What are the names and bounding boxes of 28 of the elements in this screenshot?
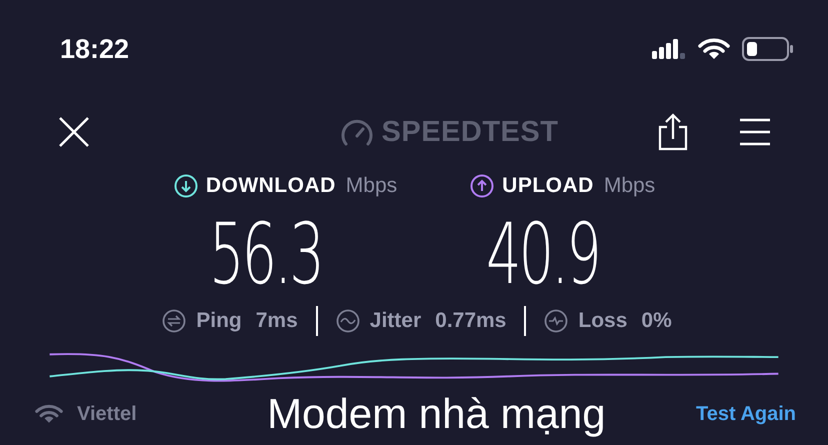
pulse-icon [544,309,568,333]
speed-value: 56.3 [209,206,322,302]
speed-value: 40.9 [486,206,600,302]
battery-icon [742,37,794,61]
stat-value: 0.77ms [435,309,506,333]
test-again-link[interactable]: Test Again [696,402,796,426]
stat-value: 0% [641,309,672,333]
gauge-icon [340,117,374,147]
unit-label: Mbps [346,174,398,198]
stat-value: 7ms [256,309,298,333]
status-time: 18:22 [60,34,130,64]
menu-icon[interactable] [740,118,770,146]
result-label: DOWNLOAD [206,174,336,198]
unit-label: Mbps [604,174,656,198]
wifi-icon [35,404,63,424]
stat-label: Ping [196,309,242,333]
speedtest-logo: SPEEDTEST [382,116,558,148]
close-icon[interactable] [58,116,90,148]
stat-label: Loss [578,309,628,333]
wave-icon [336,309,360,333]
share-icon[interactable] [658,113,688,151]
signal-icon [652,38,686,60]
arrows-icon [162,309,186,333]
wifi-icon [698,38,730,60]
provider-name: Viettel [77,402,137,426]
caption-text: Modem nhà mạng [267,391,606,437]
result-label: UPLOAD [502,174,594,198]
stat-label: Jitter [370,309,422,333]
